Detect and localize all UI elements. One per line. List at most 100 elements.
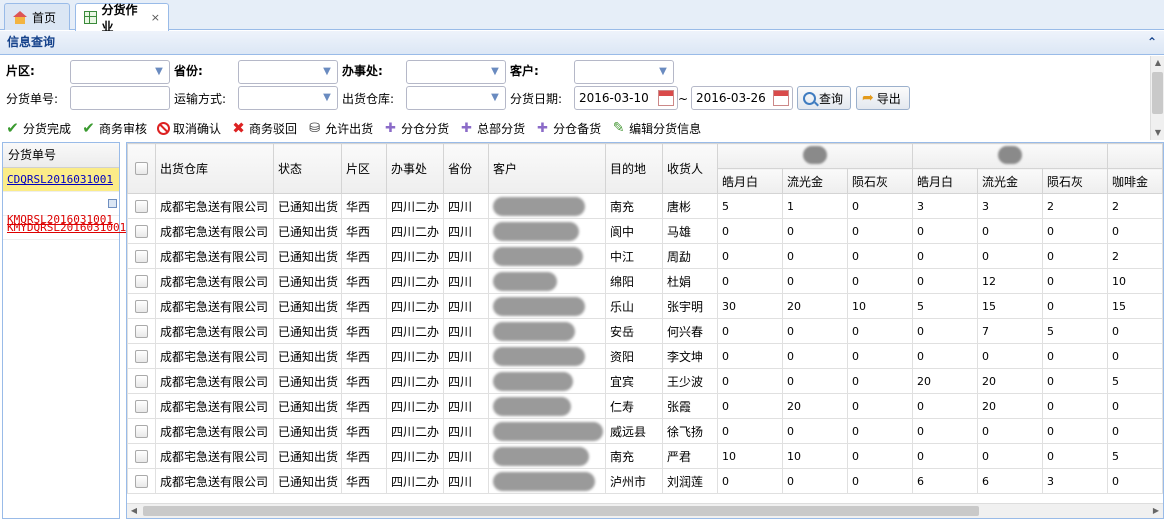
quantity-cell[interactable]: 0 xyxy=(847,343,913,369)
quantity-cell[interactable]: 0 xyxy=(847,218,913,244)
table-row[interactable]: 成都宅急送有限公司 已通知出货 华西 四川二办 四川 中江 周勐 0 0 0 0 0 0 2 xyxy=(127,243,1163,269)
toolbar-button-5[interactable]: ✚ 分仓分货 xyxy=(378,120,454,137)
table-row[interactable]: 成都宅急送有限公司 已通知出货 华西 四川二办 四川 安岳 何兴春 0 0 0 0 7 5 0 xyxy=(127,318,1163,344)
quantity-cell[interactable]: 20 xyxy=(782,393,848,419)
row-checkbox[interactable] xyxy=(135,224,148,238)
table-row[interactable]: 成都宅急送有限公司 已通知出货 华西 四川二办 四川 仁寿 张霞 0 20 0 0 20 0 0 xyxy=(127,393,1163,419)
quantity-cell[interactable]: 0 xyxy=(717,418,783,444)
quantity-cell[interactable]: 20 xyxy=(977,368,1043,394)
toolbar-button-2[interactable]: 取消确认 xyxy=(152,120,226,137)
date-to-input[interactable]: 2016-03-26 xyxy=(691,86,793,110)
quantity-cell[interactable]: 0 xyxy=(847,468,913,494)
quantity-cell[interactable]: 6 xyxy=(977,468,1043,494)
row-checkbox[interactable] xyxy=(135,349,148,363)
table-row[interactable]: 成都宅急送有限公司 已通知出货 华西 四川二办 四川 乐山 张宇明 30 20 10 5 15 0 15 xyxy=(127,293,1163,319)
quantity-cell[interactable]: 0 xyxy=(1107,468,1163,494)
quantity-cell[interactable]: 10 xyxy=(1107,268,1163,294)
quantity-cell[interactable]: 7 xyxy=(977,318,1043,344)
quantity-cell[interactable]: 0 xyxy=(1042,368,1108,394)
quantity-cell[interactable]: 0 xyxy=(847,393,913,419)
table-row[interactable]: 成都宅急送有限公司 已通知出货 华西 四川二办 四川 泸州市 刘润莲 0 0 0 6 6 3 0 xyxy=(127,468,1163,494)
toolbar-button-6[interactable]: ✚ 总部分货 xyxy=(454,120,530,137)
area-select[interactable]: ▼ xyxy=(70,60,170,84)
sub-column-header[interactable]: 陨石灰 xyxy=(1042,168,1108,194)
row-checkbox[interactable] xyxy=(135,399,148,413)
quantity-cell[interactable]: 10 xyxy=(847,293,913,319)
row-checkbox[interactable] xyxy=(135,324,148,338)
quantity-cell[interactable]: 0 xyxy=(782,318,848,344)
quantity-cell[interactable]: 0 xyxy=(912,443,978,469)
quantity-cell[interactable]: 5 xyxy=(1107,443,1163,469)
scroll-left-icon[interactable]: ◀ xyxy=(127,504,141,518)
quantity-cell[interactable]: 0 xyxy=(717,368,783,394)
table-row[interactable]: 成都宅急送有限公司 已通知出货 华西 四川二办 四川 宜宾 王少波 0 0 0 20 20 0 5 xyxy=(127,368,1163,394)
quantity-cell[interactable]: 0 xyxy=(717,393,783,419)
date-from-input[interactable]: 2016-03-10 xyxy=(574,86,678,110)
quantity-cell[interactable]: 0 xyxy=(782,243,848,269)
row-checkbox[interactable] xyxy=(135,199,148,213)
column-header[interactable]: 目的地 xyxy=(605,143,663,194)
quantity-cell[interactable]: 15 xyxy=(1107,293,1163,319)
table-row[interactable]: 成都宅急送有限公司 已通知出货 华西 四川二办 四川 绵阳 杜娟 0 0 0 0 12 0 10 xyxy=(127,268,1163,294)
scroll-thumb[interactable] xyxy=(1152,72,1163,114)
column-header[interactable]: 办事处 xyxy=(386,143,444,194)
quantity-cell[interactable]: 20 xyxy=(977,393,1043,419)
table-row[interactable]: 成都宅急送有限公司 已通知出货 华西 四川二办 四川 资阳 李文坤 0 0 0 0 0 0 0 xyxy=(127,343,1163,369)
quantity-cell[interactable]: 12 xyxy=(977,268,1043,294)
column-header[interactable]: 收货人 xyxy=(662,143,718,194)
table-row[interactable]: 成都宅急送有限公司 已通知出货 华西 四川二办 四川 阆中 马雄 0 0 0 0 0 0 0 xyxy=(127,218,1163,244)
row-checkbox[interactable] xyxy=(135,299,148,313)
quantity-cell[interactable]: 2 xyxy=(1107,243,1163,269)
quantity-cell[interactable]: 0 xyxy=(1107,343,1163,369)
quantity-cell[interactable]: 0 xyxy=(847,418,913,444)
quantity-cell[interactable]: 0 xyxy=(1042,443,1108,469)
quantity-cell[interactable]: 0 xyxy=(977,443,1043,469)
scroll-up-icon[interactable]: ▲ xyxy=(1151,56,1164,70)
quantity-cell[interactable]: 0 xyxy=(912,318,978,344)
column-header[interactable]: 省份 xyxy=(443,143,489,194)
quantity-cell[interactable]: 0 xyxy=(912,243,978,269)
sub-column-header[interactable]: 流光金 xyxy=(977,168,1043,194)
quantity-cell[interactable]: 0 xyxy=(912,343,978,369)
quantity-cell[interactable]: 0 xyxy=(977,243,1043,269)
quantity-cell[interactable]: 0 xyxy=(847,243,913,269)
sub-column-header[interactable]: 皓月白 xyxy=(912,168,978,194)
row-checkbox[interactable] xyxy=(135,374,148,388)
order-no-input[interactable] xyxy=(70,86,170,110)
close-icon[interactable]: × xyxy=(151,11,160,24)
toolbar-button-1[interactable]: ✔ 商务审核 xyxy=(76,120,152,137)
quantity-cell[interactable]: 3 xyxy=(1042,468,1108,494)
calendar-icon[interactable] xyxy=(773,90,789,106)
quantity-cell[interactable]: 0 xyxy=(1107,418,1163,444)
quantity-cell[interactable]: 0 xyxy=(782,418,848,444)
table-row[interactable]: 成都宅急送有限公司 已通知出货 华西 四川二办 四川 威远县 徐飞扬 0 0 0 0 0 0 0 xyxy=(127,418,1163,444)
quantity-cell[interactable]: 3 xyxy=(977,193,1043,219)
quantity-cell[interactable]: 0 xyxy=(1107,393,1163,419)
quantity-cell[interactable]: 5 xyxy=(912,293,978,319)
quantity-cell[interactable]: 6 xyxy=(912,468,978,494)
quantity-cell[interactable]: 5 xyxy=(717,193,783,219)
quantity-cell[interactable]: 0 xyxy=(717,468,783,494)
quantity-cell[interactable]: 0 xyxy=(717,318,783,344)
quantity-cell[interactable]: 0 xyxy=(847,268,913,294)
quantity-cell[interactable]: 20 xyxy=(782,293,848,319)
calendar-icon[interactable] xyxy=(658,90,674,106)
order-list-item[interactable]: KMQRSL2016031001 xyxy=(3,192,119,226)
quantity-cell[interactable]: 0 xyxy=(782,368,848,394)
grid-horizontal-scrollbar[interactable]: ◀ ▶ xyxy=(127,503,1163,518)
quantity-cell[interactable]: 0 xyxy=(847,443,913,469)
tab-home[interactable]: 首页 xyxy=(4,3,70,30)
province-select[interactable]: ▼ xyxy=(238,60,338,84)
quantity-cell[interactable]: 0 xyxy=(1042,418,1108,444)
sub-column-header[interactable]: 咖啡金 xyxy=(1107,168,1163,194)
table-row[interactable]: 成都宅急送有限公司 已通知出货 华西 四川二办 四川 南充 唐彬 5 1 0 3 3 2 2 xyxy=(127,193,1163,219)
quantity-cell[interactable]: 0 xyxy=(782,218,848,244)
column-header[interactable]: 出货仓库 xyxy=(155,143,274,194)
quantity-cell[interactable]: 0 xyxy=(977,418,1043,444)
quantity-cell[interactable]: 5 xyxy=(1107,368,1163,394)
toolbar-button-3[interactable]: ✖ 商务驳回 xyxy=(226,120,302,137)
quantity-cell[interactable]: 0 xyxy=(847,368,913,394)
scroll-right-icon[interactable]: ▶ xyxy=(1149,504,1163,518)
row-checkbox[interactable] xyxy=(135,249,148,263)
order-list-item[interactable]: CDQRSL2016031001 xyxy=(3,168,119,208)
